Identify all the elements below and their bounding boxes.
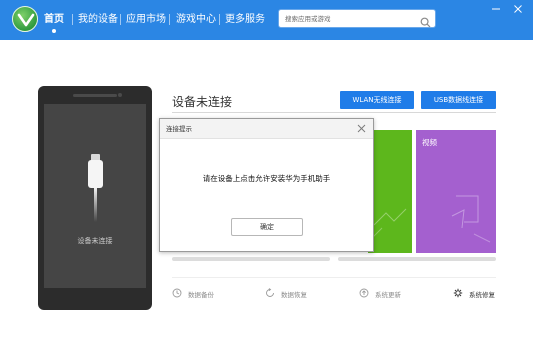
progress-track <box>338 257 496 261</box>
repair-action[interactable]: 系统修复 <box>453 288 495 300</box>
page-title: 设备未连接 <box>172 95 233 109</box>
repair-icon <box>453 288 463 302</box>
minimize-icon[interactable] <box>487 0 505 18</box>
feature-tile-green[interactable] <box>368 130 412 253</box>
nav-divider <box>72 14 73 25</box>
backup-label: 数据备份 <box>188 291 214 299</box>
top-nav-bar: 首页 我的设备 应用市场 游戏中心 更多服务 搜索应用或游戏 <box>0 0 533 40</box>
phone-status-label: 设备未连接 <box>77 237 113 245</box>
nav-game-center[interactable]: 游戏中心 <box>176 11 216 29</box>
nav-app-market[interactable]: 应用市场 <box>126 11 166 29</box>
search-box[interactable]: 搜索应用或游戏 <box>278 9 436 28</box>
connection-dialog: 连接提示 请在设备上点击允许安装华为手机助手 确定 <box>159 118 374 252</box>
dialog-title: 连接提示 <box>166 125 192 133</box>
usb-cable-icon <box>88 160 103 188</box>
backup-action[interactable]: 数据备份 <box>172 288 214 300</box>
dialog-header: 连接提示 <box>160 119 373 139</box>
dialog-close-icon[interactable] <box>355 122 368 135</box>
nav-divider <box>169 14 170 25</box>
dialog-message: 请在设备上点击允许安装华为手机助手 <box>202 174 331 183</box>
phone-camera <box>118 93 122 97</box>
title-divider <box>172 112 496 113</box>
nav-more-services[interactable]: 更多服务 <box>225 11 265 29</box>
restore-label: 数据恢复 <box>281 291 307 299</box>
nav-active-indicator <box>52 29 56 33</box>
app-logo-icon[interactable] <box>12 6 38 32</box>
update-action[interactable]: 系统更新 <box>359 288 401 300</box>
phone-screen: 设备未连接 <box>44 104 146 288</box>
update-icon <box>359 288 369 302</box>
phone-speaker <box>73 94 117 97</box>
wlan-connect-button[interactable]: WLAN无线连接 <box>340 91 414 109</box>
progress-track <box>172 257 330 261</box>
restore-icon <box>265 288 275 302</box>
search-input[interactable]: 搜索应用或游戏 <box>285 13 331 25</box>
restore-action[interactable]: 数据恢复 <box>265 288 307 300</box>
app-window: 首页 我的设备 应用市场 游戏中心 更多服务 搜索应用或游戏 设备未连接 设备未… <box>0 0 533 346</box>
update-label: 系统更新 <box>375 291 401 299</box>
nav-divider <box>219 14 220 25</box>
nav-divider <box>120 14 121 25</box>
dialog-ok-button[interactable]: 确定 <box>231 218 303 236</box>
backup-icon <box>172 288 182 302</box>
phone-illustration: 设备未连接 <box>38 86 152 310</box>
nav-home[interactable]: 首页 <box>44 11 64 29</box>
repair-label: 系统修复 <box>469 291 495 299</box>
usb-cable-wire <box>94 188 97 222</box>
usb-connect-button[interactable]: USB数据线连接 <box>421 91 496 109</box>
section-divider <box>172 277 496 278</box>
search-icon[interactable] <box>420 13 431 32</box>
feature-tile-video[interactable]: 视频 <box>416 130 496 253</box>
nav-my-devices[interactable]: 我的设备 <box>78 11 118 29</box>
close-icon[interactable] <box>509 0 527 18</box>
